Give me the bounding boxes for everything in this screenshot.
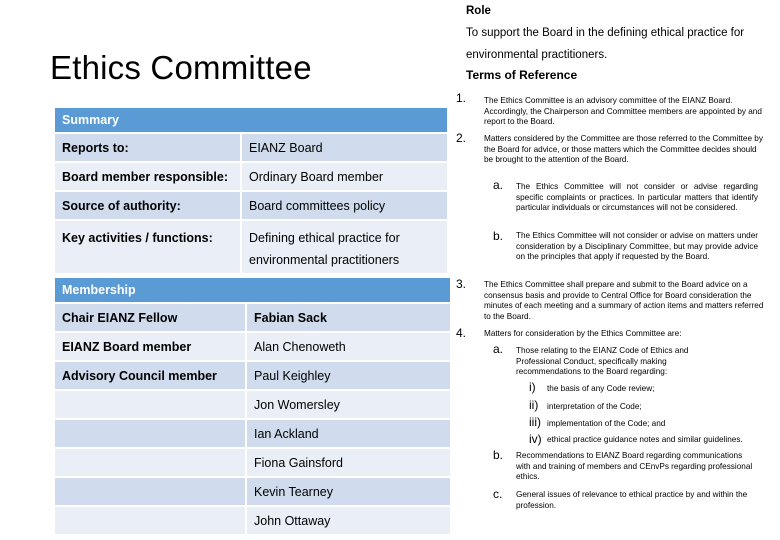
subterm-number: a. bbox=[493, 178, 504, 192]
subsubterm-text: ethical practice guidance notes and simi… bbox=[547, 435, 743, 444]
member-role bbox=[55, 420, 247, 447]
table-row: Ian Ackland bbox=[55, 420, 450, 447]
subsubterm-number: i) bbox=[529, 380, 536, 394]
member-role bbox=[55, 391, 247, 418]
member-name: Fabian Sack bbox=[247, 304, 450, 331]
table-row: EIANZ Board member Alan Chenoweth bbox=[55, 333, 450, 360]
subsubterm-text: implementation of the Code; and bbox=[547, 419, 666, 428]
summary-label: Board member responsible: bbox=[55, 163, 242, 190]
table-row: John Ottaway bbox=[55, 507, 450, 534]
membership-header: Membership bbox=[55, 278, 450, 302]
member-role bbox=[55, 478, 247, 505]
role-text: To support the Board in the defining eth… bbox=[466, 27, 745, 61]
member-name: John Ottaway bbox=[247, 507, 450, 534]
summary-value: Defining ethical practice for environmen… bbox=[242, 221, 447, 273]
term-text: Matters considered by the Committee are … bbox=[484, 134, 763, 165]
term-text: Matters for consideration by the Ethics … bbox=[484, 329, 682, 338]
table-row: Kevin Tearney bbox=[55, 478, 450, 505]
table-row: Board member responsible: Ordinary Board… bbox=[55, 163, 447, 190]
subterm-text: Recommendations to EIANZ Board regarding… bbox=[516, 451, 753, 482]
member-role: Chair EIANZ Fellow bbox=[55, 304, 247, 331]
summary-value: Board committees policy bbox=[242, 192, 447, 219]
member-name: Kevin Tearney bbox=[247, 478, 450, 505]
table-row: Advisory Council member Paul Keighley bbox=[55, 362, 450, 389]
summary-value: EIANZ Board bbox=[242, 134, 447, 161]
table-row: Key activities / functions: Defining eth… bbox=[55, 221, 447, 273]
member-name: Fiona Gainsford bbox=[247, 449, 450, 476]
summary-table: Summary Reports to: EIANZ Board Board me… bbox=[55, 106, 447, 275]
table-row: Source of authority: Board committees po… bbox=[55, 192, 447, 219]
table-row: Chair EIANZ Fellow Fabian Sack bbox=[55, 304, 450, 331]
subterm-text: General issues of relevance to ethical p… bbox=[516, 490, 748, 510]
summary-value: Ordinary Board member bbox=[242, 163, 447, 190]
member-role: Advisory Council member bbox=[55, 362, 247, 389]
summary-header: Summary bbox=[55, 108, 447, 132]
summary-label: Source of authority: bbox=[55, 192, 242, 219]
term-number: 2. bbox=[456, 131, 467, 145]
member-role bbox=[55, 449, 247, 476]
member-name: Ian Ackland bbox=[247, 420, 450, 447]
term-number: 3. bbox=[456, 277, 467, 291]
term-text: The Ethics Committee shall prepare and s… bbox=[484, 280, 764, 322]
member-name: Paul Keighley bbox=[247, 362, 450, 389]
subterm-number: c. bbox=[493, 487, 503, 501]
subterm-text: Those relating to the EIANZ Code of Ethi… bbox=[516, 346, 689, 377]
page-title: Ethics Committee bbox=[50, 49, 312, 86]
subsubterm-number: iii) bbox=[529, 415, 541, 429]
subterm-number: b. bbox=[493, 229, 504, 243]
table-row: Reports to: EIANZ Board bbox=[55, 134, 447, 161]
table-row: Jon Womersley bbox=[55, 391, 450, 418]
subterm-number: b. bbox=[493, 448, 504, 462]
subsubterm-text: interpretation of the Code; bbox=[547, 402, 642, 411]
member-name: Jon Womersley bbox=[247, 391, 450, 418]
subsubterm-number: ii) bbox=[529, 398, 539, 412]
terms-heading: Terms of Reference bbox=[466, 68, 578, 82]
role-heading: Role bbox=[466, 5, 491, 17]
table-row: Fiona Gainsford bbox=[55, 449, 450, 476]
member-name: Alan Chenoweth bbox=[247, 333, 450, 360]
summary-label: Reports to: bbox=[55, 134, 242, 161]
term-number: 4. bbox=[456, 326, 467, 340]
subsubterm-text: the basis of any Code review; bbox=[547, 384, 655, 393]
summary-label: Key activities / functions: bbox=[55, 221, 242, 273]
subsubterm-number: iv) bbox=[529, 432, 542, 446]
subterm-text: The Ethics Committee will not consider o… bbox=[516, 182, 758, 213]
subterm-number: a. bbox=[493, 342, 504, 356]
term-text: The Ethics Committee is an advisory comm… bbox=[484, 96, 762, 127]
subterm-text: The Ethics Committee will not consider o… bbox=[516, 231, 758, 262]
term-number: 1. bbox=[456, 91, 467, 105]
member-role: EIANZ Board member bbox=[55, 333, 247, 360]
member-role bbox=[55, 507, 247, 534]
membership-table: Membership Chair EIANZ Fellow Fabian Sac… bbox=[55, 276, 450, 536]
